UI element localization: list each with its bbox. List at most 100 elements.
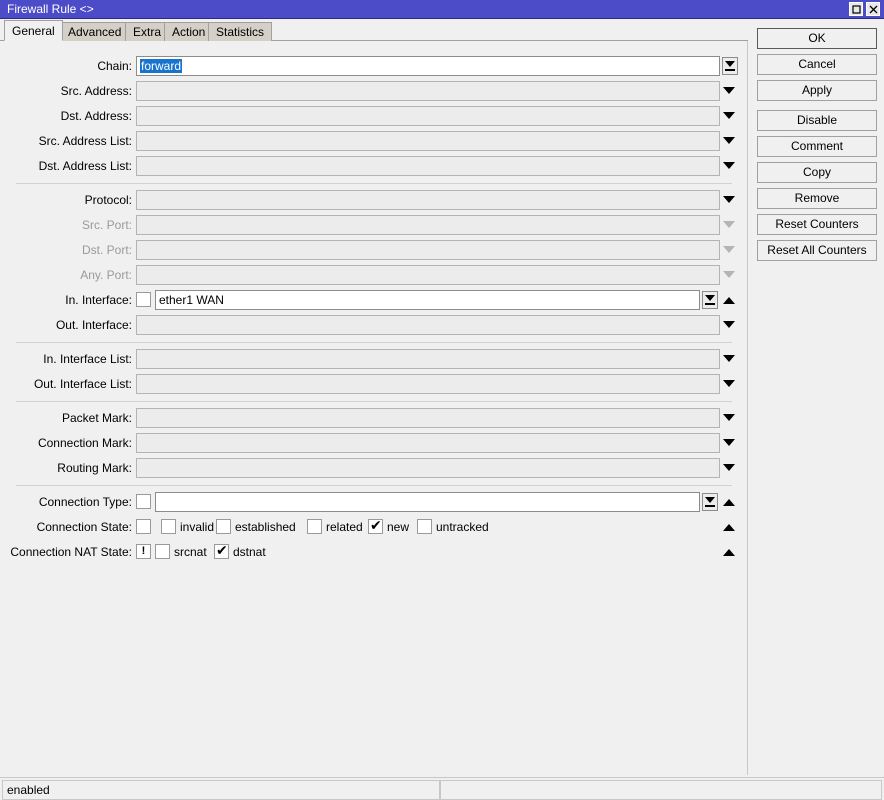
connection-state-invalid-label: invalid: [180, 520, 215, 534]
src-address-list-input[interactable]: [136, 131, 720, 151]
apply-button[interactable]: Apply: [757, 80, 877, 101]
tab-general[interactable]: General: [4, 20, 63, 41]
protocol-input[interactable]: [136, 190, 720, 210]
ok-button[interactable]: OK: [757, 28, 877, 49]
status-bar: enabled: [0, 777, 884, 800]
reset-counters-button[interactable]: Reset Counters: [757, 214, 877, 235]
dst-address-input[interactable]: [136, 106, 720, 126]
connection-state-untracked-checkbox[interactable]: [417, 519, 432, 534]
tab-action[interactable]: Action: [164, 22, 214, 41]
connection-type-dropdown-icon[interactable]: [702, 493, 718, 511]
maximize-icon[interactable]: [849, 2, 863, 16]
connection-state-untracked-label: untracked: [436, 520, 489, 534]
any-port-label: Any. Port:: [80, 268, 132, 282]
action-buttons-panel: OK Cancel Apply Disable Comment Copy Rem…: [757, 28, 877, 266]
close-icon[interactable]: [866, 2, 880, 16]
connection-state-established-checkbox[interactable]: [216, 519, 231, 534]
connection-type-negate-checkbox[interactable]: [136, 494, 151, 509]
protocol-label: Protocol:: [84, 193, 132, 207]
packet-mark-dropdown-icon[interactable]: [723, 414, 735, 421]
connection-state-label: Connection State:: [36, 520, 132, 534]
connection-state-new-checkbox[interactable]: ✔: [368, 518, 383, 534]
connection-nat-state-dstnat-checkbox[interactable]: ✔: [214, 543, 229, 559]
chain-dropdown-icon[interactable]: [722, 57, 738, 75]
in-interface-list-label: In. Interface List:: [43, 352, 132, 366]
packet-mark-input[interactable]: [136, 408, 720, 428]
out-interface-input[interactable]: [136, 315, 720, 335]
in-interface-list-dropdown-icon[interactable]: [723, 355, 735, 362]
row-connection-nat-state: Connection NAT State: ! srcnat ✔ dstnat: [0, 541, 748, 565]
dst-address-dropdown-icon[interactable]: [723, 112, 735, 119]
in-interface-label: In. Interface:: [65, 293, 132, 307]
reset-all-counters-button[interactable]: Reset All Counters: [757, 240, 877, 261]
dst-address-list-input[interactable]: [136, 156, 720, 176]
in-interface-dropdown-icon[interactable]: [702, 291, 718, 309]
connection-state-related-label: related: [326, 520, 363, 534]
out-interface-label: Out. Interface:: [55, 318, 132, 332]
connection-state-collapse-icon[interactable]: [723, 524, 735, 531]
src-address-input[interactable]: [136, 81, 720, 101]
connection-mark-label: Connection Mark:: [37, 436, 132, 450]
dst-port-input: [136, 240, 720, 260]
firewall-rule-window: Firewall Rule <> General Advanced Extra …: [0, 0, 884, 800]
row-out-interface-list: Out. Interface List:: [0, 373, 748, 397]
any-port-input: [136, 265, 720, 285]
protocol-dropdown-icon[interactable]: [723, 196, 735, 203]
src-port-label: Src. Port:: [81, 218, 132, 232]
connection-nat-state-collapse-icon[interactable]: [723, 549, 735, 556]
connection-nat-state-label: Connection NAT State:: [10, 545, 132, 559]
routing-mark-dropdown-icon[interactable]: [723, 464, 735, 471]
row-src-port: Src. Port:: [0, 214, 748, 238]
row-in-interface: In. Interface: ether1 WAN: [0, 289, 748, 313]
dst-address-list-label: Dst. Address List:: [38, 159, 132, 173]
row-dst-address: Dst. Address:: [0, 105, 748, 129]
connection-state-invalid-checkbox[interactable]: [161, 519, 176, 534]
tab-statistics[interactable]: Statistics: [208, 22, 273, 41]
window-controls: [849, 2, 880, 16]
remove-button[interactable]: Remove: [757, 188, 877, 209]
row-dst-address-list: Dst. Address List:: [0, 155, 748, 179]
src-address-list-label: Src. Address List:: [38, 134, 132, 148]
in-interface-negate-checkbox[interactable]: [136, 292, 151, 307]
src-address-dropdown-icon[interactable]: [723, 87, 735, 94]
connection-mark-dropdown-icon[interactable]: [723, 439, 735, 446]
copy-button[interactable]: Copy: [757, 162, 877, 183]
row-src-address-list: Src. Address List:: [0, 130, 748, 154]
row-routing-mark: Routing Mark:: [0, 457, 748, 481]
dst-address-list-dropdown-icon[interactable]: [723, 162, 735, 169]
chain-label: Chain:: [97, 59, 132, 73]
connection-state-new-label: new: [387, 520, 410, 534]
dst-port-dropdown-icon: [723, 246, 735, 253]
connection-state-related-checkbox[interactable]: [307, 519, 322, 534]
routing-mark-input[interactable]: [136, 458, 720, 478]
connection-state-negate-checkbox[interactable]: [136, 519, 151, 534]
out-interface-dropdown-icon[interactable]: [723, 321, 735, 328]
src-port-dropdown-icon: [723, 221, 735, 228]
dst-address-label: Dst. Address:: [60, 109, 132, 123]
tab-advanced[interactable]: Advanced: [60, 22, 130, 41]
in-interface-list-input[interactable]: [136, 349, 720, 369]
connection-type-input[interactable]: [155, 492, 700, 512]
disable-button[interactable]: Disable: [757, 110, 877, 131]
separator-2: [16, 342, 732, 343]
cancel-button[interactable]: Cancel: [757, 54, 877, 75]
chain-input[interactable]: forward: [136, 56, 720, 76]
tab-extra[interactable]: Extra: [125, 22, 170, 41]
src-address-list-dropdown-icon[interactable]: [723, 137, 735, 144]
comment-button[interactable]: Comment: [757, 136, 877, 157]
packet-mark-label: Packet Mark:: [61, 411, 132, 425]
chain-value: forward: [140, 59, 183, 73]
connection-mark-input[interactable]: [136, 433, 720, 453]
connection-nat-state-srcnat-checkbox[interactable]: [155, 544, 170, 559]
connection-nat-state-negate-checkbox[interactable]: !: [136, 544, 151, 559]
status-cell-left: enabled: [2, 780, 440, 800]
in-interface-input[interactable]: ether1 WAN: [155, 290, 700, 310]
connection-state-established-label: established: [235, 520, 296, 534]
in-interface-collapse-icon[interactable]: [723, 297, 735, 304]
window-title: Firewall Rule <>: [7, 2, 94, 16]
row-connection-mark: Connection Mark:: [0, 432, 748, 456]
row-packet-mark: Packet Mark:: [0, 407, 748, 431]
out-interface-list-dropdown-icon[interactable]: [723, 380, 735, 387]
connection-type-collapse-icon[interactable]: [723, 499, 735, 506]
out-interface-list-input[interactable]: [136, 374, 720, 394]
